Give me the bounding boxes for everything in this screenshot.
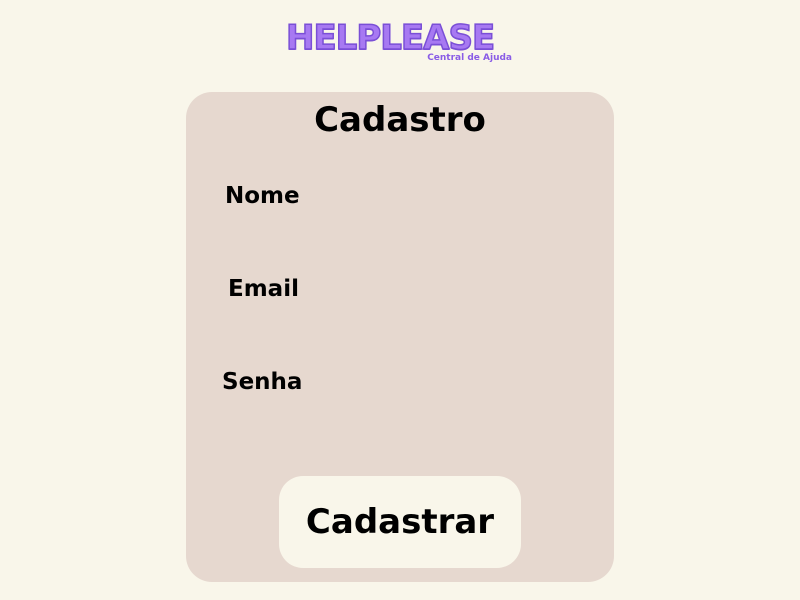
email-label: Email [228, 276, 299, 302]
form-title: Cadastro [314, 100, 486, 140]
logo-subtitle: Central de Ajuda [427, 53, 512, 63]
brand-logo: HELPLEASE Central de Ajuda [285, 17, 516, 68]
name-label: Nome [225, 183, 300, 209]
register-button[interactable]: Cadastrar [279, 476, 521, 568]
password-input[interactable] [330, 367, 580, 397]
name-input[interactable] [330, 181, 580, 211]
email-input[interactable] [330, 274, 580, 304]
password-label: Senha [222, 369, 303, 395]
